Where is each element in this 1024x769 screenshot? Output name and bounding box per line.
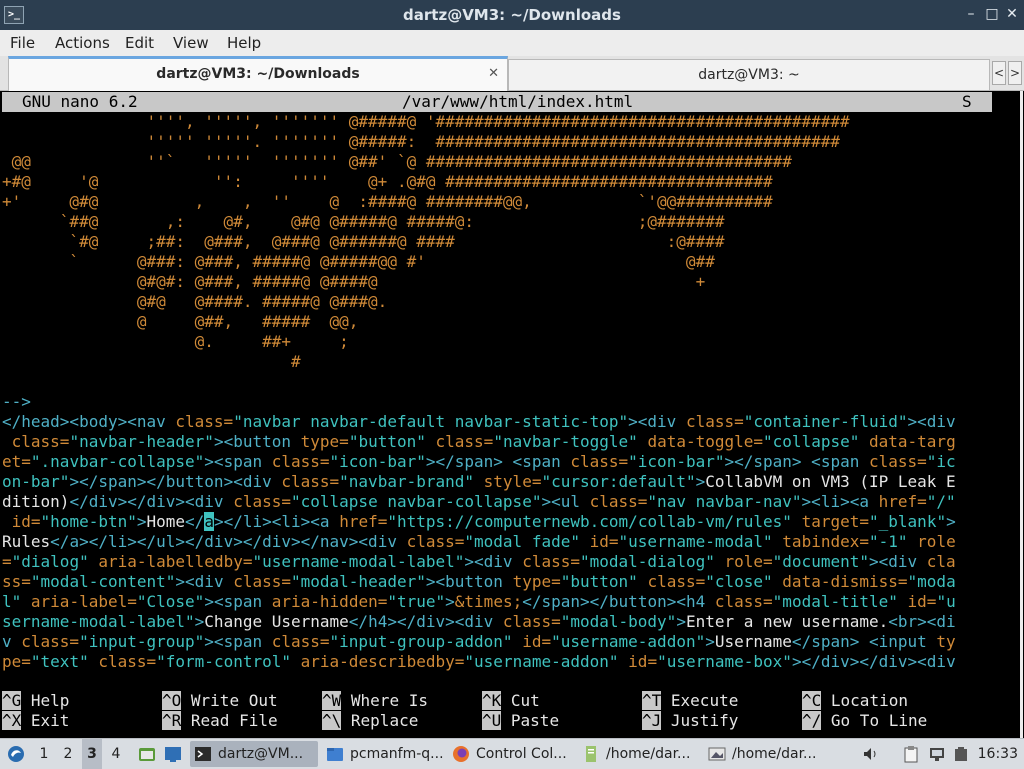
- clipboard-icon[interactable]: [902, 745, 920, 763]
- network-icon[interactable]: [928, 745, 946, 763]
- folder-icon: [326, 745, 344, 763]
- editor-line[interactable]: @ @##, ##### @@,: [2, 312, 994, 332]
- editor-line[interactable]: ="dialog" aria-labelledby="username-moda…: [2, 552, 994, 572]
- window-title: dartz@VM3: ~/Downloads: [403, 6, 621, 24]
- editor-line[interactable]: ''''' '''''. ''''''' @#####: ###########…: [2, 132, 994, 152]
- show-desktop-icon[interactable]: [164, 745, 182, 763]
- menu-help[interactable]: Help: [227, 30, 261, 56]
- menu-edit[interactable]: Edit: [125, 30, 154, 56]
- volume-icon[interactable]: [862, 745, 880, 763]
- task-image-viewer[interactable]: /home/dar...: [704, 741, 830, 767]
- editor-line[interactable]: l" aria-label="Close"><span aria-hidden=…: [2, 592, 994, 612]
- text-cursor: a: [204, 512, 214, 531]
- menu-file[interactable]: File: [10, 30, 35, 56]
- tab-downloads[interactable]: dartz@VM3: ~/Downloads ✕: [8, 56, 508, 92]
- firefox-icon: [452, 745, 470, 763]
- menu-view[interactable]: View: [173, 30, 209, 56]
- nano-version: GNU nano 6.2: [22, 92, 138, 111]
- nano-shortcuts: ^G Help ^O Write Out ^W Where Is ^K Cut …: [0, 691, 1024, 733]
- editor-line[interactable]: Rules</a></li></ul></div></div></nav><di…: [2, 532, 994, 552]
- task-firefox[interactable]: Control Col...: [448, 741, 574, 767]
- menubar: File Actions Edit View Help: [0, 30, 1024, 56]
- shortcut-write-out[interactable]: ^O Write Out: [162, 691, 278, 711]
- shortcut-cut[interactable]: ^K Cut: [482, 691, 540, 711]
- shortcut-replace[interactable]: ^\ Replace: [322, 711, 418, 731]
- tab-bar: dartz@VM3: ~/Downloads ✕ dartz@VM3: ~: [0, 56, 1024, 92]
- editor-line[interactable]: dition)</div></div><div class="collapse …: [2, 492, 994, 512]
- shortcut-help[interactable]: ^G Help: [2, 691, 69, 711]
- editor-line[interactable]: #: [2, 352, 994, 372]
- tab-home[interactable]: dartz@VM3: ~: [508, 59, 990, 90]
- shortcut-where-is[interactable]: ^W Where Is: [322, 691, 428, 711]
- editor-line[interactable]: @#@#: @###, #####@ @####@ +: [2, 272, 994, 292]
- workspace-2[interactable]: 2: [58, 739, 78, 769]
- tab-scroll-right-icon[interactable]: >: [1008, 61, 1022, 85]
- task-label: pcmanfm-q...: [350, 746, 444, 762]
- workspace-4[interactable]: 4: [106, 739, 126, 769]
- shortcut-location[interactable]: ^C Location: [802, 691, 908, 711]
- shortcut-exit[interactable]: ^X Exit: [2, 711, 69, 731]
- image-icon: [708, 745, 726, 763]
- task-label: dartz@VM...: [218, 746, 304, 762]
- shortcut-justify[interactable]: ^J Justify: [642, 711, 738, 731]
- start-menu-icon[interactable]: [6, 744, 26, 764]
- nano-header: GNU nano 6.2 /var/www/html/index.html S: [2, 92, 992, 112]
- file-manager-launcher-icon[interactable]: [138, 745, 156, 763]
- close-tab-icon[interactable]: ✕: [488, 66, 499, 81]
- minimize-icon[interactable]: –: [962, 5, 980, 23]
- editor-line[interactable]: +#@ '@ '': '''' @+ .@#@ ################…: [2, 172, 994, 192]
- editor-line[interactable]: @#@ @####. #####@ @###@.: [2, 292, 994, 312]
- text-file-icon: [582, 745, 600, 763]
- tab-label: dartz@VM3: ~/Downloads: [156, 66, 360, 82]
- editor-line[interactable]: `##@ ,: @#, @#@ @#####@ #####@: ;@######…: [2, 212, 994, 232]
- tab-label: dartz@VM3: ~: [698, 67, 800, 83]
- scrollbar-thumb[interactable]: [1020, 91, 1023, 738]
- terminal-scrollbar[interactable]: [994, 91, 1024, 738]
- clock[interactable]: 16:33: [978, 739, 1018, 769]
- power-icon[interactable]: [952, 745, 970, 763]
- editor-line[interactable]: '''', ''''', ''''''' @#####@ '##########…: [2, 112, 994, 132]
- task-label: Control Col...: [476, 746, 567, 762]
- menu-actions[interactable]: Actions: [55, 30, 110, 56]
- editor-line[interactable]: +' @#@ , , '' @ :####@ ########@@, `'@@#…: [2, 192, 994, 212]
- editor-line[interactable]: class="navbar-header"><button type="butt…: [2, 432, 994, 452]
- tab-scroll-left-icon[interactable]: <: [992, 61, 1006, 85]
- editor-line[interactable]: `#@ ;##: @###, @###@ @######@ #### :@###…: [2, 232, 994, 252]
- window-titlebar: >_ dartz@VM3: ~/Downloads – □ ✕: [0, 0, 1024, 30]
- nano-modified-flag: S: [962, 92, 972, 111]
- editor-line[interactable]: [2, 372, 994, 392]
- task-text-editor[interactable]: /home/dar...: [578, 741, 700, 767]
- taskbar: 1 2 3 4 dartz@VM... pcmanfm-q... Control…: [0, 738, 1024, 769]
- terminal-icon: [194, 745, 212, 763]
- shortcut-go-to-line[interactable]: ^/ Go To Line: [802, 711, 927, 731]
- task-label: /home/dar...: [732, 746, 817, 762]
- editor-line[interactable]: ss="modal-content"><div class="modal-hea…: [2, 572, 994, 592]
- editor-line[interactable]: </head><body><nav class="navbar navbar-d…: [2, 412, 994, 432]
- shortcut-read-file[interactable]: ^R Read File: [162, 711, 278, 731]
- nano-filename: /var/www/html/index.html: [402, 92, 634, 111]
- shortcut-execute[interactable]: ^T Execute: [642, 691, 738, 711]
- maximize-icon[interactable]: □: [983, 5, 1001, 23]
- workspace-3[interactable]: 3: [82, 739, 102, 769]
- task-terminal[interactable]: dartz@VM...: [190, 741, 318, 767]
- editor-line[interactable]: @. ##+ ;: [2, 332, 994, 352]
- close-icon[interactable]: ✕: [1003, 5, 1021, 23]
- editor-line[interactable]: v class="input-group"><span class="input…: [2, 632, 994, 652]
- terminal-view[interactable]: GNU nano 6.2 /var/www/html/index.html S …: [0, 91, 1024, 738]
- task-file-manager[interactable]: pcmanfm-q...: [322, 741, 446, 767]
- editor-line[interactable]: -->: [2, 392, 994, 412]
- editor-content[interactable]: '''', ''''', ''''''' @#####@ '##########…: [2, 112, 994, 672]
- editor-line[interactable]: on-bar"></span></button><div class="navb…: [2, 472, 994, 492]
- workspace-1[interactable]: 1: [34, 739, 54, 769]
- editor-line[interactable]: ` @###: @###, #####@ @#####@@ #' @##: [2, 252, 994, 272]
- shortcut-paste[interactable]: ^U Paste: [482, 711, 559, 731]
- editor-line[interactable]: sername-modal-label">Change Username</h4…: [2, 612, 994, 632]
- editor-line[interactable]: @@ ''` ''''' ''''''' @##' `@ ###########…: [2, 152, 994, 172]
- editor-line[interactable]: et=".navbar-collapse"><span class="icon-…: [2, 452, 994, 472]
- task-label: /home/dar...: [606, 746, 691, 762]
- editor-line[interactable]: pe="text" class="form-control" aria-desc…: [2, 652, 994, 672]
- editor-line[interactable]: id="home-btn">Home</a></li><li><a href="…: [2, 512, 994, 532]
